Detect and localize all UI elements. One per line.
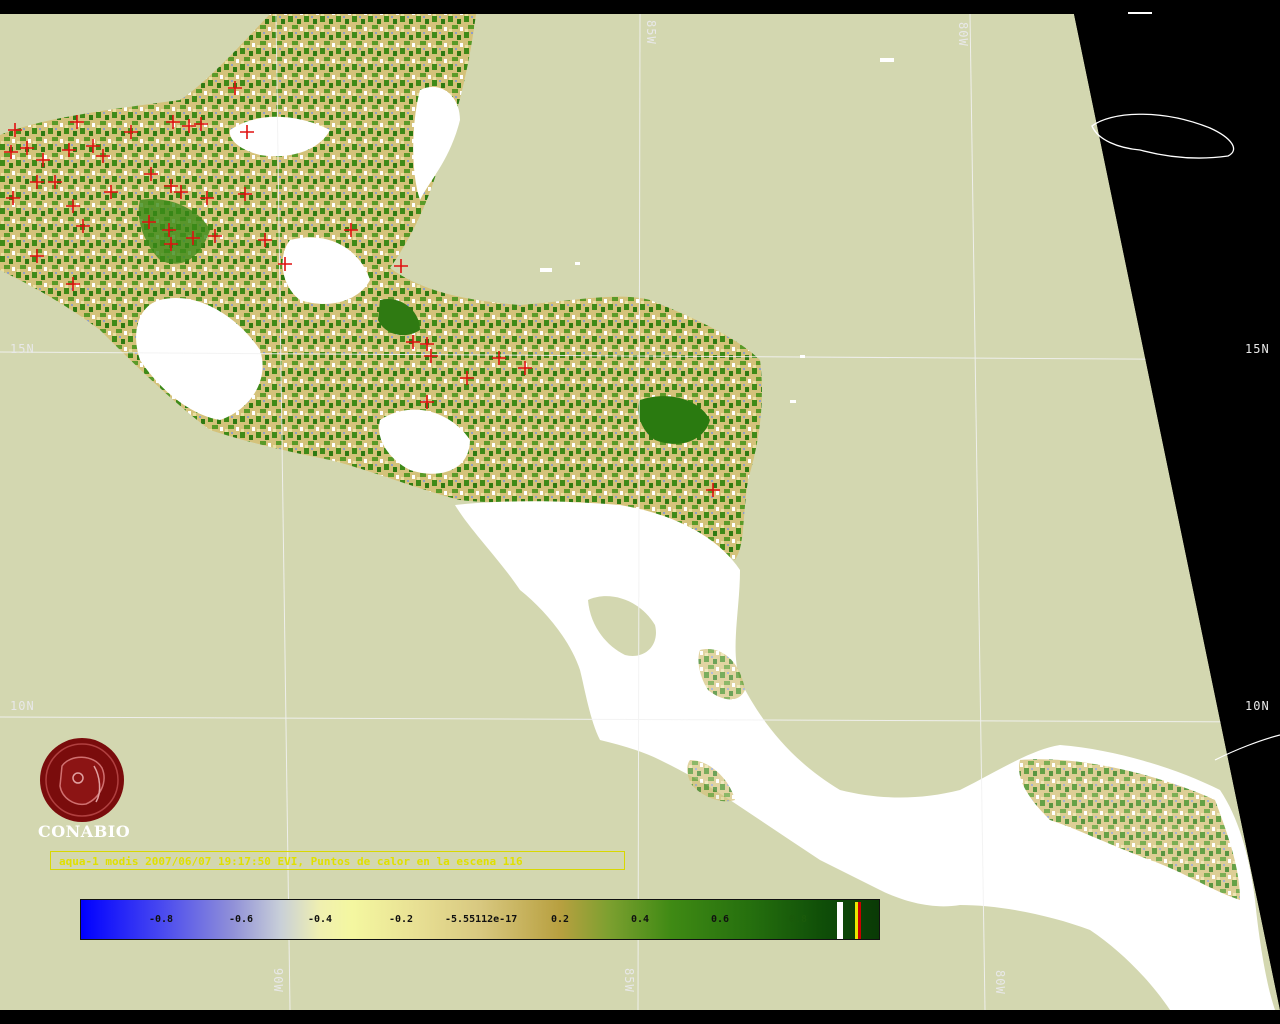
lon-label-top-85w: 85W xyxy=(644,20,658,45)
colorbar-tick: 0.6 xyxy=(711,914,730,925)
lat-label-right-15n: 15N xyxy=(1245,342,1270,356)
colorbar-tick: -0.2 xyxy=(389,914,414,925)
conabio-logo-text: CONABIO xyxy=(38,822,131,841)
colorbar-hotspot-swatch xyxy=(858,902,861,939)
colorbar-tick: -0.8 xyxy=(149,914,174,925)
lon-label-bottom-80w: 80W xyxy=(993,970,1007,995)
lat-label-left-10n: 10N xyxy=(10,699,35,713)
colorbar-cloud-swatch xyxy=(837,902,843,939)
scene-caption: aqua-1 modis 2007/06/07 19:17:50 EVI, Pu… xyxy=(50,851,625,870)
colorbar-tick: -5.55112e-17 xyxy=(445,914,518,925)
evi-colorbar: -0.8 -0.6 -0.4 -0.2 -5.55112e-17 0.2 0.4… xyxy=(80,899,880,940)
lon-label-bottom-85w: 85W xyxy=(622,968,636,993)
lon-label-bottom-90w: 90W xyxy=(271,968,285,993)
lat-label-left-15n: 15N xyxy=(10,342,35,356)
colorbar-tick: 0.8 xyxy=(789,914,808,925)
lat-label-right-10n: 10N xyxy=(1245,699,1270,713)
conabio-logo-icon xyxy=(40,738,124,822)
colorbar-tick: 0.4 xyxy=(631,914,650,925)
colorbar-tick: 0.2 xyxy=(551,914,570,925)
colorbar-tick: -0.6 xyxy=(229,914,254,925)
colorbar-tick: -0.4 xyxy=(308,914,333,925)
lon-label-top-80w: 80W xyxy=(956,22,970,47)
